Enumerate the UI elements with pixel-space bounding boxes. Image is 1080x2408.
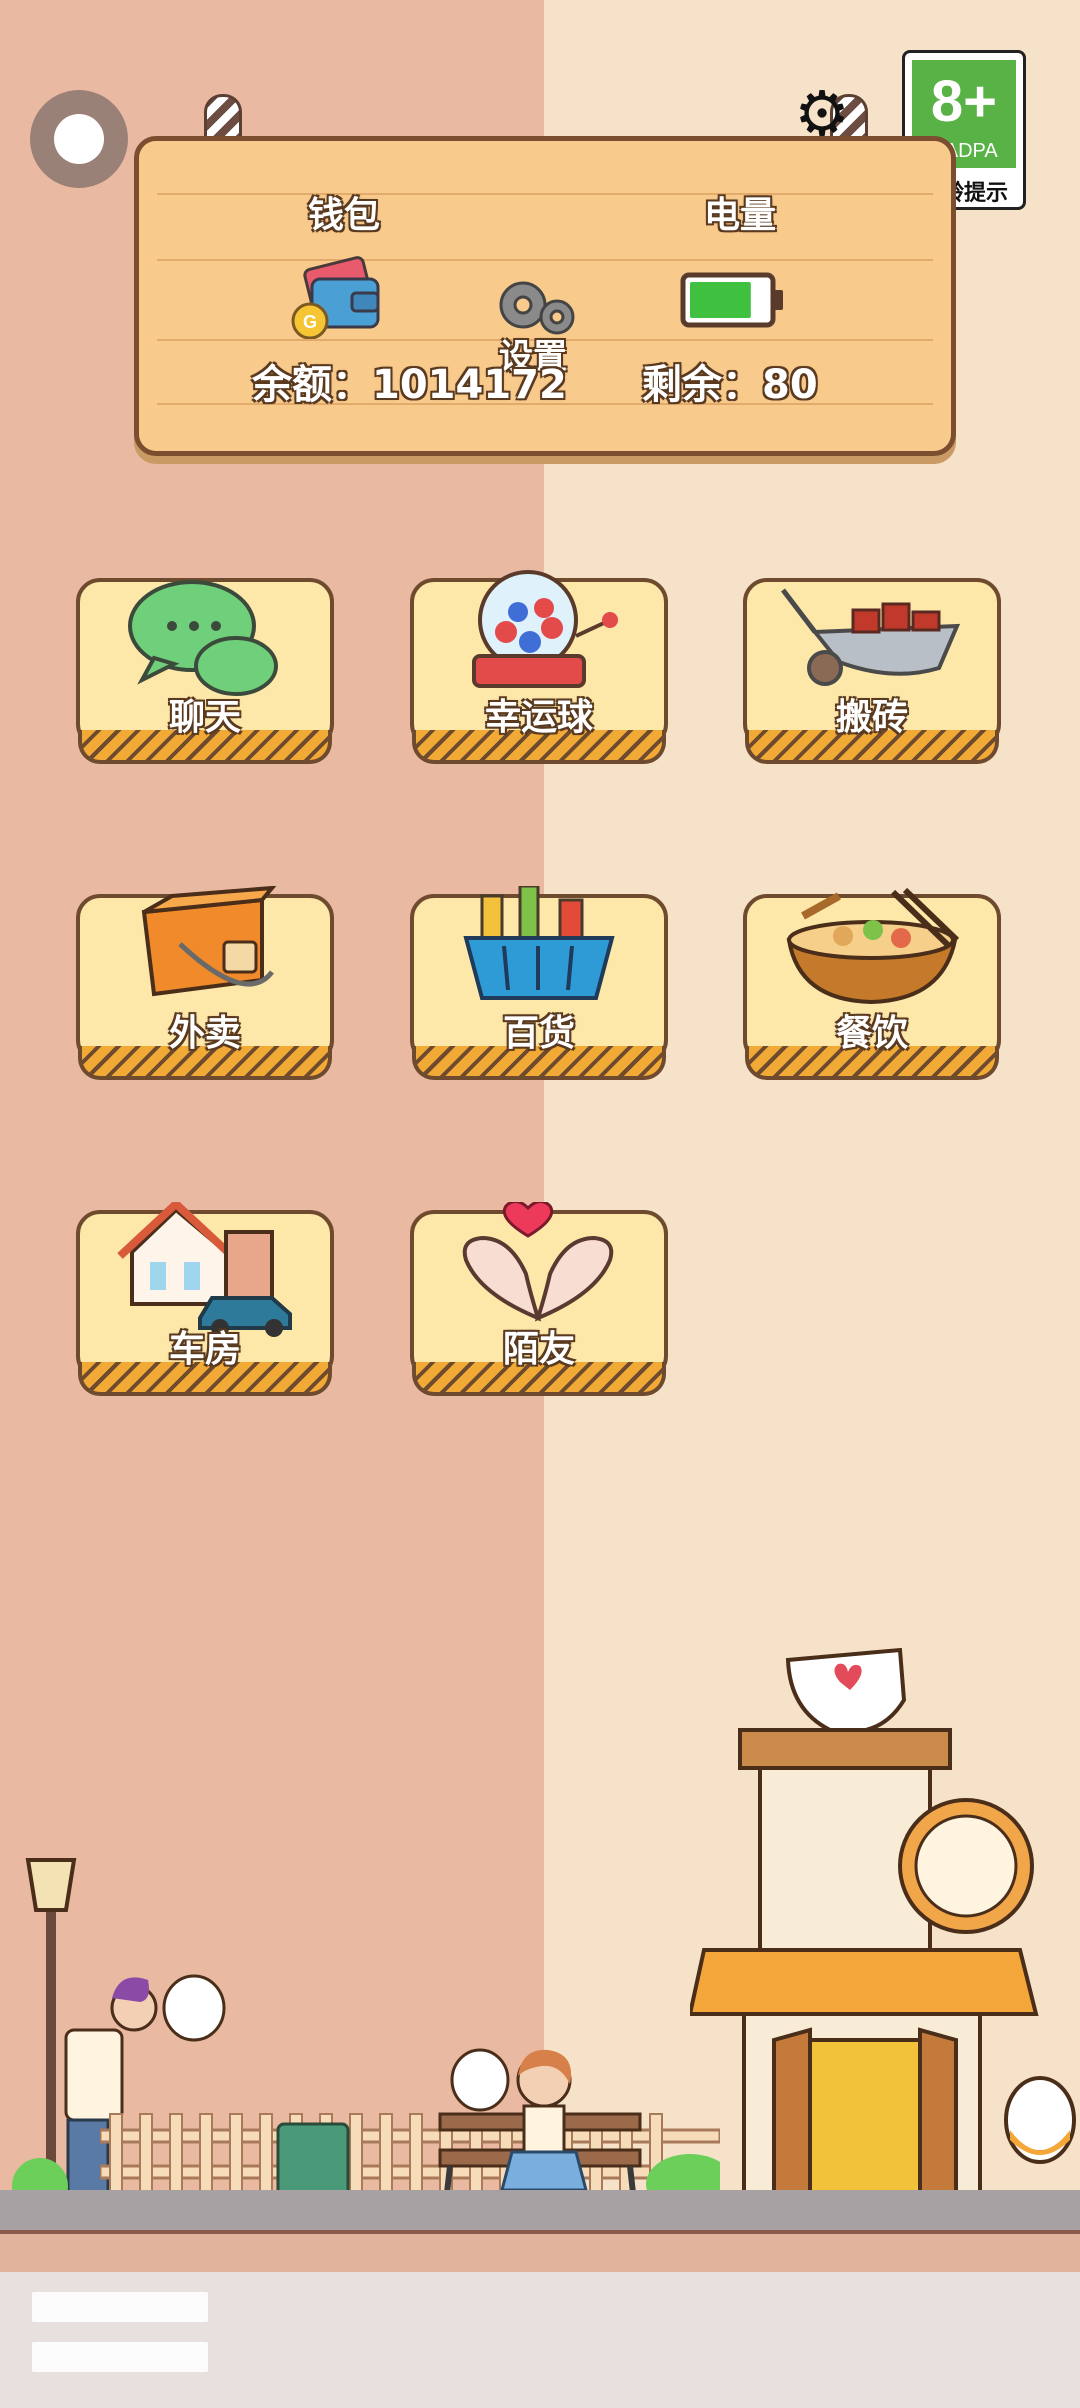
board-grain xyxy=(157,259,933,261)
svg-text:G: G xyxy=(303,312,317,332)
sidewalk xyxy=(0,2190,1080,2230)
road-marking xyxy=(32,2342,208,2372)
street xyxy=(0,2272,1080,2408)
balance-label: 余额：1014172 xyxy=(252,362,567,408)
menu-lucky-ball[interactable]: 幸运球 xyxy=(410,570,668,764)
menu-label: 外卖 xyxy=(168,1013,241,1054)
menu-label: 百货 xyxy=(502,1013,575,1054)
coffee-shop-illustration xyxy=(690,1647,1076,2240)
menu-strangers[interactable]: 陌友 xyxy=(410,1202,668,1396)
wallet-icon[interactable]: G xyxy=(290,255,382,339)
menu-department-store[interactable]: 百货 xyxy=(410,886,668,1080)
menu-dining[interactable]: 餐饮 xyxy=(743,887,1001,1080)
board-grain xyxy=(157,193,933,195)
curb xyxy=(0,2230,1080,2278)
menu-car-house[interactable]: 车房 xyxy=(76,1202,334,1396)
menu-label: 车房 xyxy=(168,1329,241,1370)
menu-delivery[interactable]: 外卖 xyxy=(76,886,334,1080)
menu-label: 幸运球 xyxy=(484,697,593,738)
gear-icon[interactable]: ⚙ xyxy=(786,78,858,150)
battery-icon xyxy=(680,272,783,328)
menu-label: 陌友 xyxy=(502,1329,575,1370)
power-title: 电量 xyxy=(704,195,777,236)
remaining-label: 剩余：80 xyxy=(642,362,818,408)
floating-menu-button[interactable] xyxy=(30,90,128,188)
menu-chat[interactable]: 聊天 xyxy=(76,578,334,764)
wallet-title: 钱包 xyxy=(308,195,381,236)
menu-label: 搬砖 xyxy=(835,697,908,738)
age-rating-value: 8+ xyxy=(930,69,998,134)
road-marking xyxy=(32,2292,208,2322)
menu-move-bricks[interactable]: 搬砖 xyxy=(743,578,1001,764)
menu-label: 餐饮 xyxy=(835,1013,908,1054)
menu-label: 聊天 xyxy=(168,697,241,738)
